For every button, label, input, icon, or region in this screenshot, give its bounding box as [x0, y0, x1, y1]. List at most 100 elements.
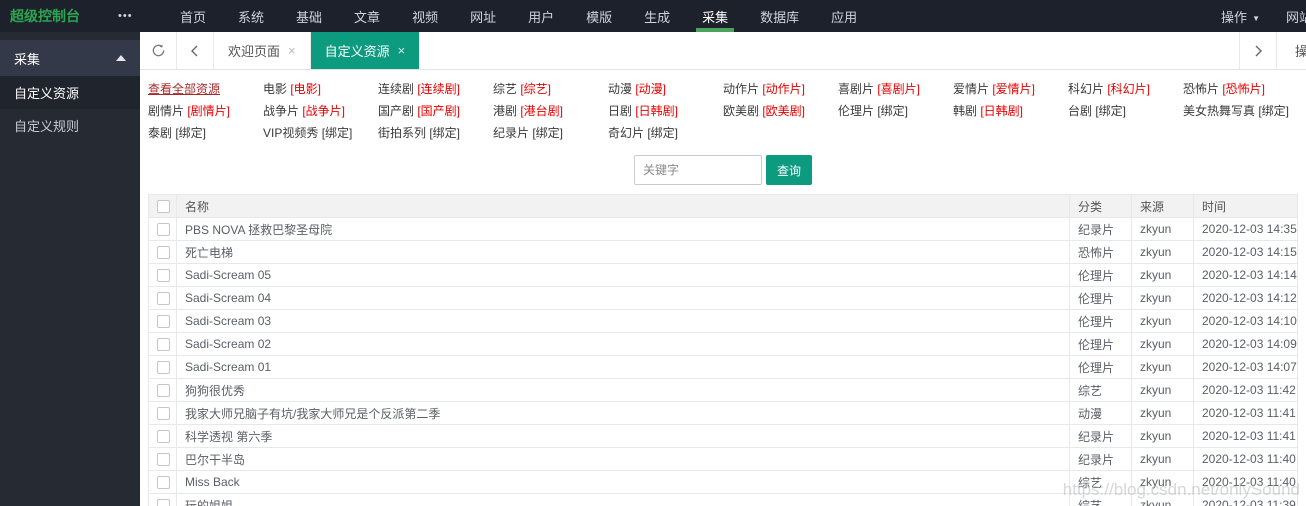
cell-name: 玩的姐姐 [176, 493, 1070, 506]
row-checkbox[interactable] [157, 314, 170, 328]
row-checkbox[interactable] [157, 222, 170, 236]
cell-source: zkyun [1131, 240, 1194, 264]
table-row[interactable]: 我家大师兄脑子有坑/我家大师兄是个反派第二季 动漫 zkyun 2020-12-03 … [148, 401, 1298, 425]
category-link-街拍系列[interactable]: 街拍系列 [绑定] [378, 125, 493, 141]
table-row[interactable]: PBS NOVA 拯救巴黎圣母院 纪录片 zkyun 2020-12-03 14:35… [148, 217, 1298, 241]
search-button[interactable]: 查询 [766, 155, 812, 185]
category-link-查看全部资源[interactable]: 查看全部资源 [148, 81, 263, 97]
nav-item-采集[interactable]: 采集 [686, 0, 744, 32]
category-link-恐怖片[interactable]: 恐怖片 [恐怖片] [1183, 81, 1298, 97]
table-row[interactable]: 死亡电梯恐怖片zkyun2020-12-03 14:15:13 [148, 240, 1298, 264]
category-link-欧美剧[interactable]: 欧美剧 [欧美剧] [723, 103, 838, 119]
row-checkbox[interactable] [157, 498, 170, 506]
table-row[interactable]: Sadi-Scream 05伦理片zkyun2020-12-03 14:14:4… [148, 263, 1298, 287]
category-link-战争片[interactable]: 战争片 [战争片] [263, 103, 378, 119]
nav-item-系统[interactable]: 系统 [222, 0, 280, 32]
nav-item-应用[interactable]: 应用 [815, 0, 873, 32]
category-link-台剧[interactable]: 台剧 [绑定] [1068, 103, 1183, 119]
sidebar-header-collapse[interactable]: 采集 [0, 40, 140, 76]
nav-item-基础[interactable]: 基础 [280, 0, 338, 32]
table-row[interactable]: Miss Back综艺zkyun2020-12-03 11:40:22 [148, 470, 1298, 494]
category-link-综艺[interactable]: 综艺 [综艺] [493, 81, 608, 97]
row-checkbox[interactable] [157, 383, 170, 397]
select-all-checkbox[interactable] [157, 199, 170, 213]
table-row[interactable]: 玩的姐姐综艺zkyun2020-12-03 11:39:49 [148, 493, 1298, 506]
category-binding-tag: [剧情片] [187, 104, 231, 118]
table-row[interactable]: 狗狗很优秀综艺zkyun2020-12-03 11:42:33 [148, 378, 1298, 402]
tab-close-icon[interactable]: × [288, 43, 296, 58]
row-checkbox[interactable] [157, 360, 170, 374]
table-row[interactable]: Sadi-Scream 02伦理片zkyun2020-12-03 14:09:0… [148, 332, 1298, 356]
cell-source: zkyun [1131, 286, 1194, 310]
table-row[interactable]: Sadi-Scream 03伦理片zkyun2020-12-03 14:10:4… [148, 309, 1298, 333]
category-link-纪录片[interactable]: 纪录片 [绑定] [493, 125, 608, 141]
category-name: 动漫 [608, 82, 636, 96]
nav-item-生成[interactable]: 生成 [628, 0, 686, 32]
cell-time: 2020-12-03 14:35:58 [1193, 217, 1298, 241]
category-link-剧情片[interactable]: 剧情片 [剧情片] [148, 103, 263, 119]
category-link-泰剧[interactable]: 泰剧 [绑定] [148, 125, 263, 141]
row-checkbox[interactable] [157, 337, 170, 351]
cell-category: 综艺 [1069, 470, 1132, 494]
category-link-科幻片[interactable]: 科幻片 [科幻片] [1068, 81, 1183, 97]
tab-close-icon[interactable]: × [398, 43, 406, 58]
keyword-input[interactable] [634, 155, 762, 185]
cell-time: 2020-12-03 14:12:42 [1193, 286, 1298, 310]
scroll-tabs-left-button[interactable] [177, 32, 214, 69]
category-link-电影[interactable]: 电影 [电影] [263, 81, 378, 97]
cell-source: zkyun [1131, 217, 1194, 241]
tab-欢迎页面[interactable]: 欢迎页面 × [214, 32, 311, 69]
nav-item-文章[interactable]: 文章 [338, 0, 396, 32]
nav-item-网址[interactable]: 网址 [454, 0, 512, 32]
cell-name: 巴尔干半岛 [176, 447, 1070, 471]
category-link-美女热舞写真[interactable]: 美女热舞写真 [绑定] [1183, 103, 1298, 119]
category-link-韩剧[interactable]: 韩剧 [日韩剧] [953, 103, 1068, 119]
table-row[interactable]: Sadi-Scream 04伦理片zkyun2020-12-03 14:12:4… [148, 286, 1298, 310]
category-link-伦理片[interactable]: 伦理片 [绑定] [838, 103, 953, 119]
sidebar-item-自定义规则[interactable]: 自定义规则 [0, 109, 140, 142]
sidebar-item-自定义资源[interactable]: 自定义资源 [0, 76, 140, 109]
topbar-site-home-link[interactable]: 网站首页 [1286, 7, 1306, 26]
table-row[interactable]: 巴尔干半岛纪录片zkyun2020-12-03 11:40:51 [148, 447, 1298, 471]
row-checkbox[interactable] [157, 429, 170, 443]
cell-source: zkyun [1131, 493, 1194, 506]
table-row[interactable]: 科学透视 第六季纪录片zkyun2020-12-03 11:41:25 [148, 424, 1298, 448]
category-link-喜剧片[interactable]: 喜剧片 [喜剧片] [838, 81, 953, 97]
sidebar: 采集 自定义资源 自定义规则 [0, 32, 140, 506]
nav-item-视频[interactable]: 视频 [396, 0, 454, 32]
topbar-action-dropdown[interactable]: 操作 ▼ [1221, 7, 1260, 26]
nav-item-用户[interactable]: 用户 [512, 0, 570, 32]
row-checkbox[interactable] [157, 452, 170, 466]
row-checkbox[interactable] [157, 291, 170, 305]
cell-source: zkyun [1131, 309, 1194, 333]
cell-category: 纪录片 [1069, 447, 1132, 471]
category-link-爱情片[interactable]: 爱情片 [爱情片] [953, 81, 1068, 97]
col-header-category: 分类 [1069, 194, 1132, 218]
category-link-连续剧[interactable]: 连续剧 [连续剧] [378, 81, 493, 97]
table-row[interactable]: Sadi-Scream 01伦理片zkyun2020-12-03 14:07:1… [148, 355, 1298, 379]
category-link-国产剧[interactable]: 国产剧 [国产剧] [378, 103, 493, 119]
nav-item-数据库[interactable]: 数据库 [744, 0, 815, 32]
tab-actions-dropdown[interactable]: 操作 [1276, 32, 1306, 69]
nav-item-首页[interactable]: 首页 [164, 0, 222, 32]
category-link-港剧[interactable]: 港剧 [港台剧] [493, 103, 608, 119]
category-binding-tag: [电影] [290, 82, 322, 96]
category-link-动作片[interactable]: 动作片 [动作片] [723, 81, 838, 97]
tab-自定义资源[interactable]: 自定义资源 × [310, 32, 420, 69]
category-link-奇幻片[interactable]: 奇幻片 [绑定] [608, 125, 723, 141]
cell-time: 2020-12-03 14:10:45 [1193, 309, 1298, 333]
scroll-tabs-right-button[interactable] [1239, 32, 1276, 69]
row-checkbox[interactable] [157, 475, 170, 489]
category-link-日剧[interactable]: 日剧 [日韩剧] [608, 103, 723, 119]
top-bar: 超级控制台 ••• 首页 系统 基础 文章 视频 网址 用户 模版 生成 采集 数据库 应用 操作 ▼ … [0, 0, 1306, 32]
category-binding-tag: [绑定] [1095, 104, 1127, 118]
row-checkbox[interactable] [157, 268, 170, 282]
category-link-动漫[interactable]: 动漫 [动漫] [608, 81, 723, 97]
nav-item-模版[interactable]: 模版 [570, 0, 628, 32]
more-menu-icon[interactable]: ••• [118, 10, 164, 22]
row-checkbox[interactable] [157, 245, 170, 259]
row-checkbox[interactable] [157, 406, 170, 420]
category-link-VIP视频秀[interactable]: VIP视频秀 [绑定] [263, 125, 378, 141]
refresh-tab-button[interactable] [140, 32, 177, 69]
category-binding-tag: [绑定] [877, 104, 909, 118]
